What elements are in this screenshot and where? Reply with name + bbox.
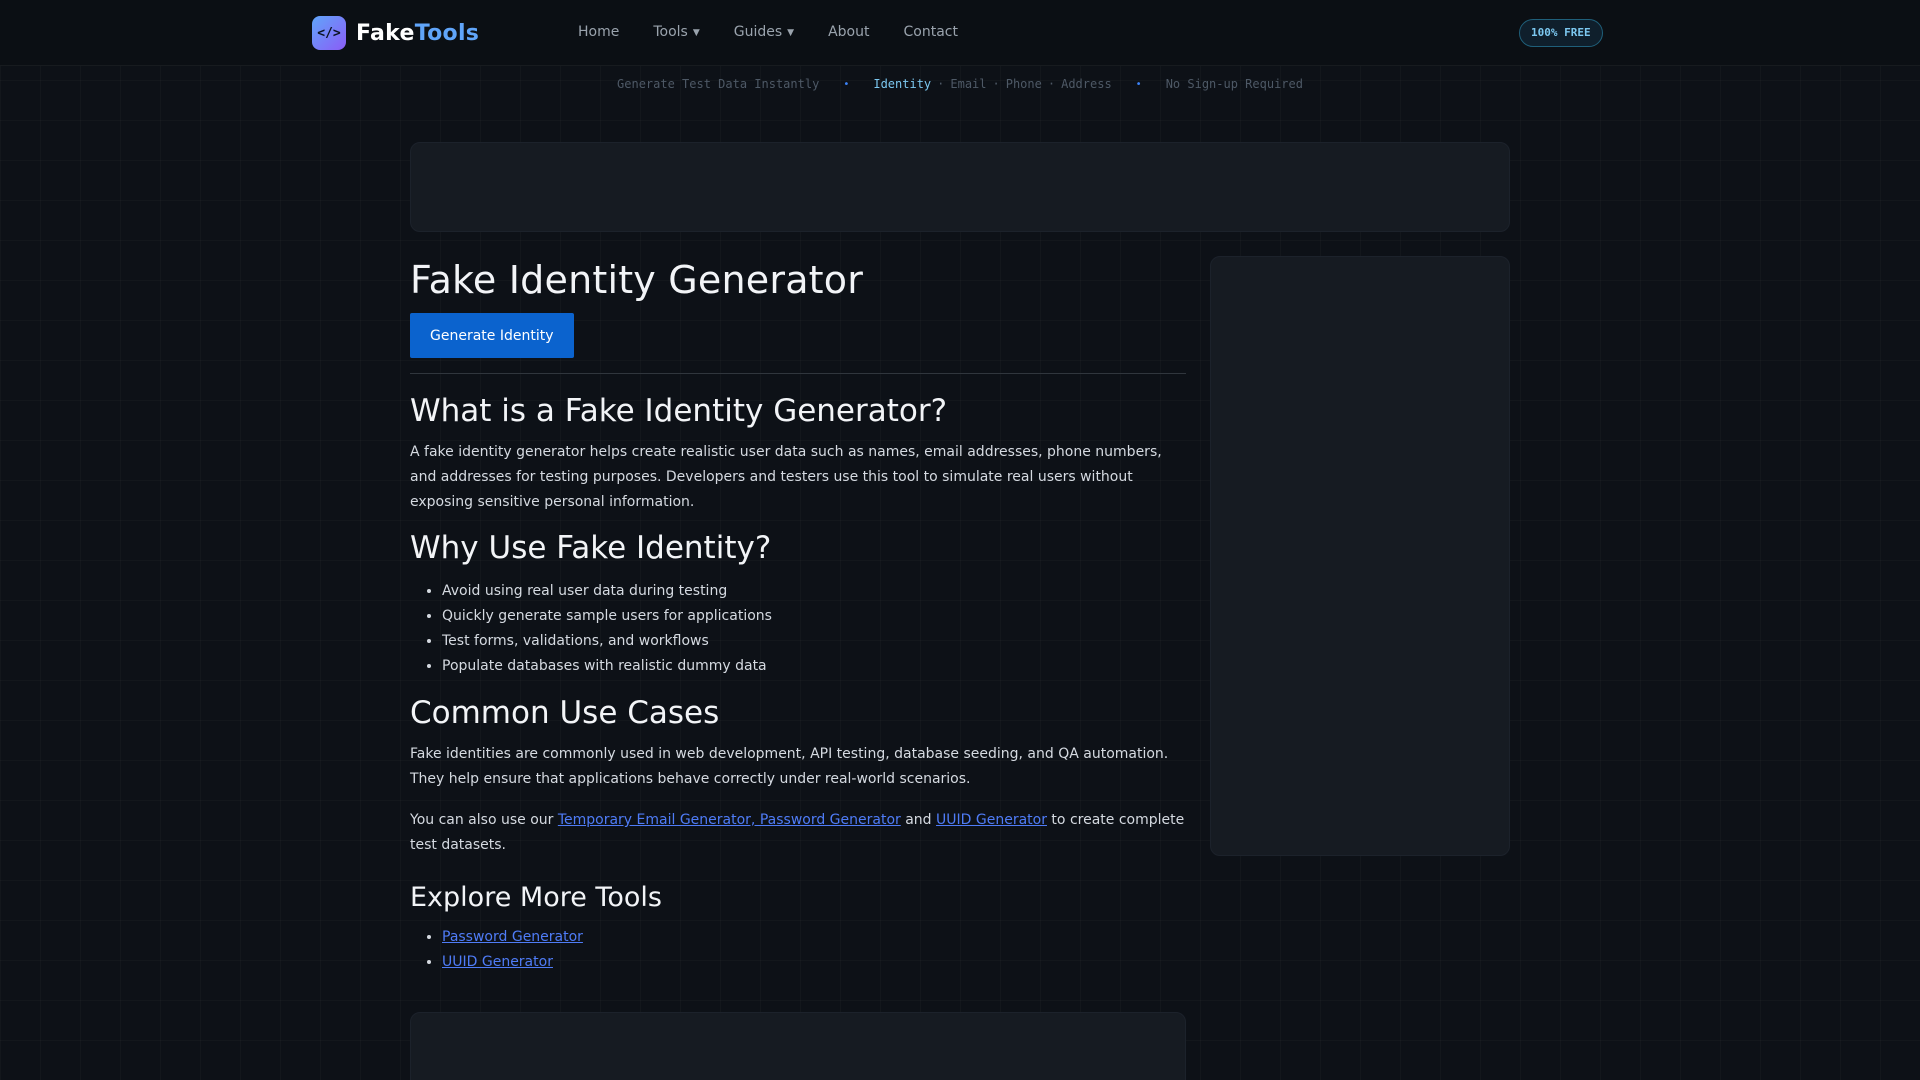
ticker-separator: ·: [937, 77, 945, 91]
ticker-dot: •: [843, 78, 850, 90]
explore-tools-list: Password Generator UUID Generator: [410, 925, 1186, 975]
section-text-use-cases: Fake identities are commonly used in web…: [410, 746, 1169, 787]
uuid-generator-link[interactable]: UUID Generator: [936, 812, 1047, 828]
caret-down-icon: ▼: [692, 28, 700, 38]
logo-text-fake: Fake: [356, 20, 415, 46]
uuid-generator-link[interactable]: UUID Generator: [442, 954, 553, 970]
related-tools-text: You can also use our Temporary Email Gen…: [410, 808, 1186, 858]
list-item: Test forms, validations, and workflows: [442, 629, 1186, 654]
ticker-item-generate: Generate Test Data Instantly: [617, 77, 820, 91]
divider: [410, 373, 1186, 374]
logo-text: FakeTools: [356, 21, 479, 46]
section-heading-why-use: Why Use Fake Identity?: [410, 530, 772, 566]
main-nav: Home Tools ▼ Guides ▼ About Contact: [578, 24, 992, 40]
nav-guides-dropdown[interactable]: Guides ▼: [734, 24, 794, 40]
section-heading-explore: Explore More Tools: [410, 882, 662, 913]
ad-sidebar: [1210, 256, 1510, 856]
nav-tools-label: Tools: [653, 24, 688, 40]
ticker-item-no-signup: No Sign-up Required: [1165, 77, 1303, 91]
code-brackets-icon: </>: [312, 16, 346, 50]
free-badge: 100% FREE: [1519, 19, 1603, 47]
password-generator-link[interactable]: Password Generator: [442, 929, 583, 945]
page-title: Fake Identity Generator: [410, 258, 864, 302]
main-content: Fake Identity Generator Generate Identit…: [410, 256, 1186, 975]
ad-banner-bottom: [410, 1012, 1186, 1080]
ticker-item-email: Email: [950, 77, 987, 91]
related-and: and: [900, 812, 937, 828]
list-item: Quickly generate sample users for applic…: [442, 604, 1186, 629]
list-item: Populate databases with realistic dummy …: [442, 654, 1186, 679]
nav-guides-label: Guides: [733, 24, 783, 40]
ticker-separator: ·: [992, 77, 1000, 91]
section-heading-use-cases: Common Use Cases: [410, 695, 720, 731]
generate-identity-button[interactable]: Generate Identity: [410, 313, 574, 358]
section-text-what-is: A fake identity generator helps create r…: [410, 444, 1162, 510]
why-use-list: Avoid using real user data during testin…: [410, 579, 1186, 679]
nav-about-link[interactable]: About: [828, 24, 869, 40]
list-item: UUID Generator: [442, 950, 1186, 975]
nav-contact-link[interactable]: Contact: [904, 24, 958, 40]
temp-email-password-link[interactable]: Temporary Email Generator, Password Gene…: [558, 812, 901, 828]
ticker-item-phone: Phone: [1005, 77, 1042, 91]
ticker-separator: ·: [1047, 77, 1056, 91]
nav-home-link[interactable]: Home: [578, 24, 619, 40]
list-item: Password Generator: [442, 925, 1186, 950]
section-heading-what-is: What is a Fake Identity Generator?: [410, 393, 948, 429]
logo-text-tools: Tools: [414, 20, 480, 46]
list-item: Avoid using real user data during testin…: [442, 579, 1186, 604]
ticker-dot: •: [1135, 78, 1142, 90]
top-navbar: </> FakeTools Home Tools ▼ Guides ▼ About …: [0, 0, 1920, 66]
caret-down-icon: ▼: [787, 28, 795, 38]
ad-banner-top: [410, 142, 1510, 232]
site-logo[interactable]: </> FakeTools: [312, 16, 479, 50]
ticker-item-identity: Identity: [873, 77, 932, 91]
nav-tools-dropdown[interactable]: Tools ▼: [653, 24, 699, 40]
feature-ticker: Generate Test Data Instantly • Identity …: [0, 67, 1920, 101]
related-prefix: You can also use our: [410, 812, 558, 828]
ticker-item-address: Address: [1061, 77, 1112, 91]
